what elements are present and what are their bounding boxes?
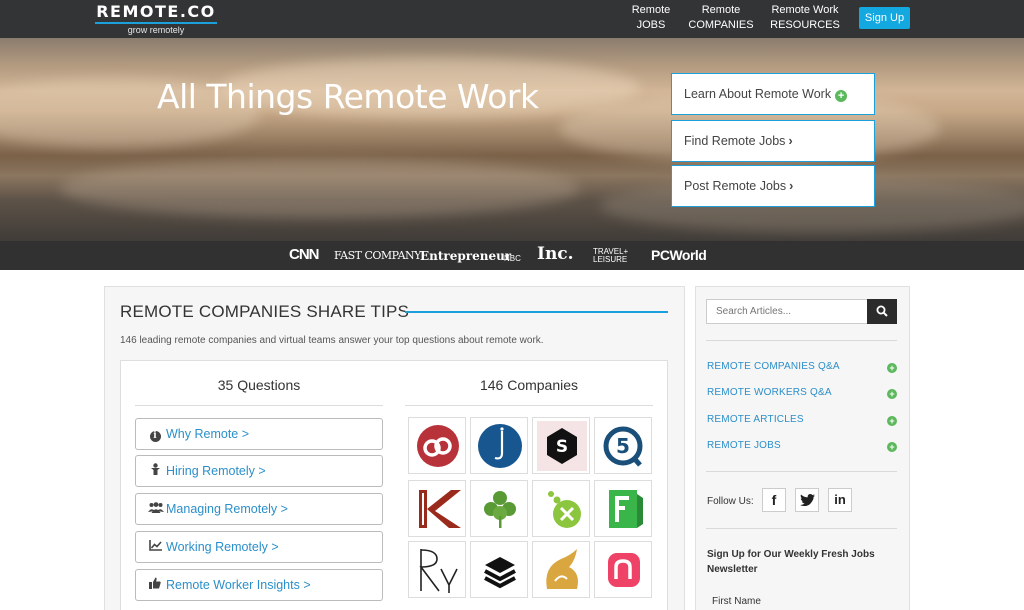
plus-circle-icon: + (835, 90, 848, 102)
question-remote-worker-insights[interactable]: Remote Worker Insights > (135, 569, 383, 601)
press-logo-cnn: CNN (289, 246, 319, 263)
question-label: Managing Remotely > (166, 502, 288, 516)
sidebar-link-remote-jobs[interactable]: REMOTE JOBS (707, 440, 781, 451)
company-logo-ry[interactable] (408, 541, 466, 598)
search-button[interactable] (867, 299, 897, 324)
press-logo-travel-leisure: TRAVEL+ LEISURE (593, 247, 629, 264)
sign-up-button[interactable]: Sign Up (859, 7, 910, 29)
section-title-rule (405, 311, 668, 313)
question-hiring-remotely[interactable]: Hiring Remotely > (135, 455, 383, 487)
search-icon (876, 305, 888, 317)
company-logo-gold-fox[interactable] (532, 541, 590, 598)
companies-heading-rule (405, 405, 653, 406)
person-icon (148, 457, 162, 487)
question-label: Why Remote > (166, 427, 250, 441)
sidebar-link-remote-articles[interactable]: REMOTE ARTICLES (707, 414, 804, 425)
twitter-icon[interactable] (795, 488, 819, 512)
site-logo[interactable]: REMOTE.CO grow remotely (94, 2, 218, 36)
company-logo-red-swirl[interactable] (408, 417, 466, 474)
sidebar-divider (706, 528, 897, 529)
linkedin-icon[interactable]: in (828, 488, 852, 512)
nav-remote-work-resources-line1: Remote Work (771, 4, 839, 16)
company-logo-green-leaf[interactable] (470, 480, 528, 537)
plus-circle-icon[interactable]: + (887, 416, 897, 426)
logo-tagline: grow remotely (127, 25, 185, 35)
newsletter-title: Sign Up for Our Weekly Fresh Jobs Newsle… (707, 549, 875, 575)
questions-heading: 35 Questions (217, 377, 301, 393)
search-articles-input[interactable] (706, 299, 868, 324)
hero-title: All Things Remote Work (157, 77, 539, 116)
question-label: Remote Worker Insights > (166, 578, 311, 592)
question-label: Working Remotely > (166, 540, 279, 554)
learn-about-remote-work-label: Learn About Remote Work (684, 87, 832, 101)
learn-about-remote-work-button[interactable]: Learn About Remote Work + (671, 73, 875, 115)
press-logos-bar: CNN FAST COMPANY Entrepreneur NBC Inc. T… (0, 241, 1024, 270)
company-logo-green-f[interactable] (594, 480, 652, 537)
nav-remote-companies-line2: COMPANIES (688, 19, 754, 31)
plus-circle-icon[interactable]: + (887, 363, 897, 373)
company-logo-blue-5[interactable]: 5 (594, 417, 652, 474)
hero-cloud (60, 158, 580, 218)
svg-text:S: S (556, 437, 568, 457)
line-chart-icon (148, 533, 162, 563)
sidebar-link-remote-companies-qa[interactable]: REMOTE COMPANIES Q&A (707, 361, 840, 372)
logo-text: REMOTE.CO (96, 2, 216, 21)
svg-text:5: 5 (616, 434, 630, 458)
press-logo-fast-company: FAST COMPANY (334, 249, 421, 262)
plus-circle-icon[interactable]: + (887, 389, 897, 399)
press-logo-entrepreneur: Entrepreneur (420, 249, 512, 263)
question-working-remotely[interactable]: Working Remotely > (135, 531, 383, 563)
company-logo-black-hexagon-s[interactable]: S (532, 417, 590, 474)
post-remote-jobs-label: Post Remote Jobs (684, 179, 787, 193)
section-description: 146 leading remote companies and virtual… (120, 335, 544, 346)
top-navbar: REMOTE.CO grow remotely Remote JOBS Remo… (0, 0, 1024, 38)
info-circle-icon: i (148, 420, 162, 450)
sidebar-divider (706, 471, 897, 472)
users-icon (148, 495, 164, 525)
section-title: REMOTE COMPANIES SHARE TIPS (120, 302, 410, 321)
logo-underline (95, 22, 217, 24)
question-label: Hiring Remotely > (166, 464, 266, 478)
sidebar-divider (706, 340, 897, 341)
company-logo-blue-j[interactable] (470, 417, 528, 474)
company-logo-pink-n[interactable] (594, 541, 652, 598)
follow-us-label: Follow Us: (707, 496, 754, 507)
nav-remote-companies-line1: Remote (701, 4, 741, 16)
company-logo-green-figure[interactable] (532, 480, 590, 537)
company-logo-black-layers[interactable] (470, 541, 528, 598)
nav-remote-companies[interactable]: Remote COMPANIES (688, 3, 754, 33)
chevron-right-icon: › (788, 134, 793, 148)
press-logo-nbc: NBC (504, 254, 521, 263)
companies-heading: 146 Companies (479, 377, 579, 393)
nav-remote-jobs-line1: Remote (631, 4, 671, 16)
question-why-remote[interactable]: i Why Remote > (135, 418, 383, 450)
nav-remote-work-resources-line2: RESOURCES (770, 19, 840, 31)
thumbs-up-icon (148, 571, 162, 601)
press-logo-pcworld: PCWorld (651, 247, 707, 263)
plus-circle-icon[interactable]: + (887, 442, 897, 452)
facebook-icon[interactable]: f (762, 488, 786, 512)
nav-remote-work-resources[interactable]: Remote Work RESOURCES (767, 3, 843, 33)
nav-remote-jobs[interactable]: Remote JOBS (627, 3, 675, 33)
nav-remote-jobs-line2: JOBS (636, 19, 666, 31)
company-logo-red-k[interactable] (408, 480, 466, 537)
twitter-bird-glyph (800, 494, 815, 506)
post-remote-jobs-button[interactable]: Post Remote Jobs › (671, 165, 875, 207)
find-remote-jobs-button[interactable]: Find Remote Jobs › (671, 120, 875, 162)
find-remote-jobs-label: Find Remote Jobs (684, 134, 786, 148)
questions-heading-rule (135, 405, 383, 406)
question-managing-remotely[interactable]: Managing Remotely > (135, 493, 383, 525)
first-name-label: First Name (712, 596, 761, 607)
chevron-right-icon: › (789, 179, 794, 193)
sidebar-link-remote-workers-qa[interactable]: REMOTE WORKERS Q&A (707, 387, 832, 398)
press-logo-inc: Inc. (537, 244, 574, 264)
